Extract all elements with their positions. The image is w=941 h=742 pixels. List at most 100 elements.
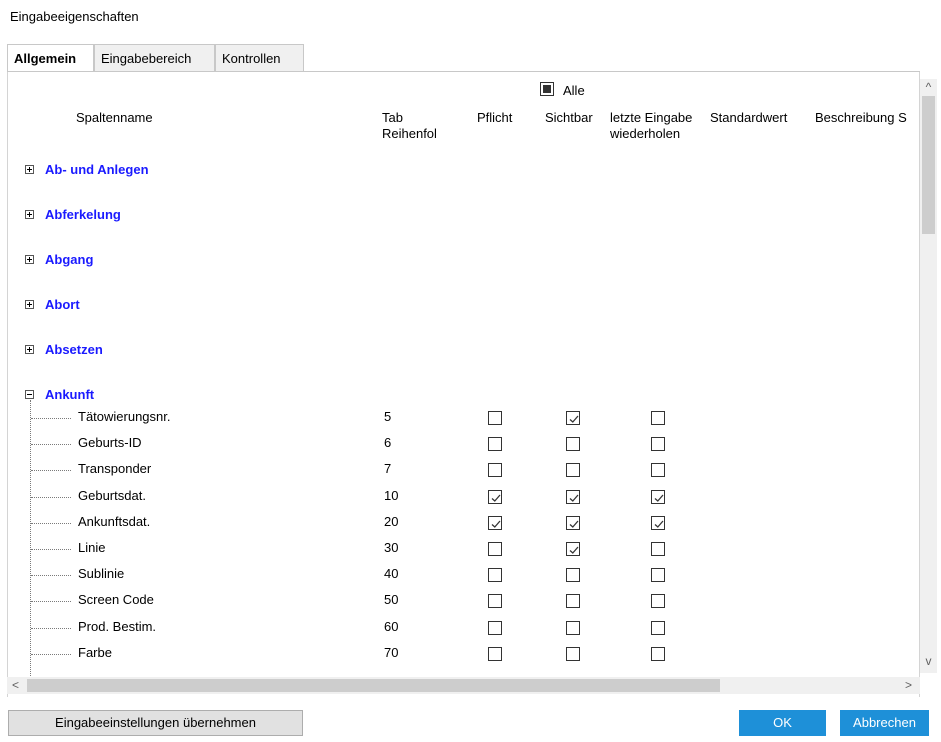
- expand-plus-icon[interactable]: [25, 210, 34, 219]
- table-row[interactable]: Sublinie 40: [0, 562, 700, 588]
- required-checkbox[interactable]: [488, 620, 502, 635]
- tree-branch-line: [31, 470, 71, 472]
- column-name-cell: Transponder: [78, 461, 152, 477]
- tab-kontrollen[interactable]: Kontrollen: [215, 44, 304, 71]
- scroll-right-arrow-icon[interactable]: >: [900, 677, 917, 694]
- group-label[interactable]: Abferkelung: [45, 206, 121, 224]
- tree-branch-line: [31, 522, 71, 524]
- table-row[interactable]: Screen Code 50: [0, 588, 700, 614]
- group-label[interactable]: Abgang: [45, 251, 93, 269]
- group-label[interactable]: Absetzen: [45, 341, 103, 359]
- tree-branch-line: [31, 653, 71, 655]
- visible-checkbox[interactable]: [566, 463, 580, 478]
- table-row[interactable]: Prod. Bestim. 60: [0, 615, 700, 641]
- tab-order-cell[interactable]: 20: [384, 514, 398, 529]
- repeat-checkbox[interactable]: [651, 489, 665, 504]
- col-header-repeat-last[interactable]: letzte Eingabe wiederholen: [610, 110, 692, 142]
- required-checkbox[interactable]: [488, 568, 502, 583]
- col-header-visible[interactable]: Sichtbar: [545, 110, 593, 126]
- repeat-checkbox[interactable]: [651, 542, 665, 556]
- horizontal-scroll-thumb[interactable]: [27, 679, 720, 692]
- visible-checkbox[interactable]: [566, 646, 580, 661]
- repeat-checkbox[interactable]: [651, 515, 665, 530]
- col-header-tab-order[interactable]: Tab Reihenfol: [382, 110, 451, 142]
- column-name-cell: Geburts-ID: [78, 435, 142, 451]
- table-row[interactable]: Geburtsdat. 10: [0, 484, 700, 510]
- table-row[interactable]: Tätowierungsnr. 5: [0, 405, 700, 431]
- column-name-cell: Sublinie: [78, 566, 125, 582]
- column-name-cell: Farbe: [78, 644, 112, 660]
- column-name-cell: Screen Code: [78, 592, 154, 608]
- apply-input-settings-button[interactable]: Eingabeeinstellungen übernehmen: [8, 710, 303, 736]
- visible-checkbox[interactable]: [566, 594, 580, 609]
- select-all-checkbox[interactable]: [540, 82, 554, 96]
- cancel-button[interactable]: Abbrechen: [840, 710, 929, 736]
- select-all-label: Alle: [563, 83, 585, 98]
- required-checkbox[interactable]: [488, 594, 502, 609]
- repeat-checkbox[interactable]: [651, 437, 665, 452]
- tab-order-cell[interactable]: 5: [384, 409, 391, 424]
- tab-order-cell[interactable]: 6: [384, 435, 391, 450]
- table-row[interactable]: Ankunftsdat. 20: [0, 510, 700, 536]
- visible-checkbox[interactable]: [566, 411, 580, 425]
- tree-branch-line: [31, 444, 71, 446]
- tab-eingabebereich[interactable]: Eingabebereich: [94, 44, 215, 71]
- column-name-cell: Tätowierungsnr.: [78, 409, 171, 424]
- repeat-checkbox[interactable]: [651, 594, 665, 609]
- repeat-checkbox[interactable]: [651, 646, 665, 661]
- collapse-minus-icon[interactable]: [25, 390, 34, 399]
- vertical-scroll-thumb[interactable]: [922, 96, 935, 234]
- group-label[interactable]: Abort: [45, 296, 80, 314]
- expand-plus-icon[interactable]: [25, 165, 34, 174]
- visible-checkbox[interactable]: [566, 515, 580, 530]
- repeat-checkbox[interactable]: [651, 463, 665, 478]
- scroll-up-arrow-icon[interactable]: ^: [920, 79, 937, 96]
- col-header-required[interactable]: Pflicht: [477, 110, 512, 126]
- tab-allgemein[interactable]: Allgemein: [7, 44, 94, 72]
- visible-checkbox[interactable]: [566, 489, 580, 504]
- visible-checkbox[interactable]: [566, 437, 580, 452]
- column-name-cell: Ankunftsdat.: [78, 513, 151, 529]
- required-checkbox[interactable]: [488, 489, 502, 504]
- tab-order-cell[interactable]: 30: [384, 540, 398, 555]
- tab-order-cell[interactable]: 60: [384, 619, 398, 634]
- required-checkbox[interactable]: [488, 515, 502, 530]
- ok-button[interactable]: OK: [739, 710, 826, 736]
- tab-order-cell[interactable]: 40: [384, 566, 398, 581]
- required-checkbox[interactable]: [488, 411, 502, 425]
- col-header-description[interactable]: Beschreibung S: [815, 110, 920, 126]
- table-row[interactable]: Transponder 7: [0, 457, 700, 483]
- col-header-default[interactable]: Standardwert: [710, 110, 787, 126]
- group-label[interactable]: Ankunft: [45, 386, 94, 404]
- required-checkbox[interactable]: [488, 463, 502, 478]
- table-row[interactable]: Geburts-ID 6: [0, 431, 700, 457]
- tree-branch-line: [31, 601, 71, 603]
- tree-branch-line: [31, 627, 71, 629]
- column-name-cell: Geburtsdat.: [78, 487, 146, 503]
- repeat-checkbox[interactable]: [651, 568, 665, 583]
- column-name-cell: Linie: [78, 540, 106, 555]
- visible-checkbox[interactable]: [566, 542, 580, 556]
- column-name-cell: Prod. Bestim.: [78, 618, 157, 634]
- tree-branch-line: [31, 549, 71, 550]
- tab-order-cell[interactable]: 7: [384, 461, 391, 476]
- table-row[interactable]: Linie 30: [0, 536, 700, 562]
- tab-order-cell[interactable]: 10: [384, 488, 398, 503]
- group-label[interactable]: Ab- und Anlegen: [45, 161, 149, 179]
- expand-plus-icon[interactable]: [25, 255, 34, 264]
- visible-checkbox[interactable]: [566, 568, 580, 583]
- tab-order-cell[interactable]: 70: [384, 645, 398, 660]
- scroll-left-arrow-icon[interactable]: <: [7, 677, 24, 694]
- required-checkbox[interactable]: [488, 437, 502, 452]
- expand-plus-icon[interactable]: [25, 345, 34, 354]
- tab-order-cell[interactable]: 50: [384, 592, 398, 607]
- table-row[interactable]: Farbe 70: [0, 641, 700, 667]
- required-checkbox[interactable]: [488, 646, 502, 661]
- repeat-checkbox[interactable]: [651, 411, 665, 425]
- expand-plus-icon[interactable]: [25, 300, 34, 309]
- required-checkbox[interactable]: [488, 542, 502, 556]
- visible-checkbox[interactable]: [566, 620, 580, 635]
- col-header-name[interactable]: Spaltenname: [76, 110, 153, 126]
- repeat-checkbox[interactable]: [651, 620, 665, 635]
- scroll-down-arrow-icon[interactable]: v: [920, 653, 937, 670]
